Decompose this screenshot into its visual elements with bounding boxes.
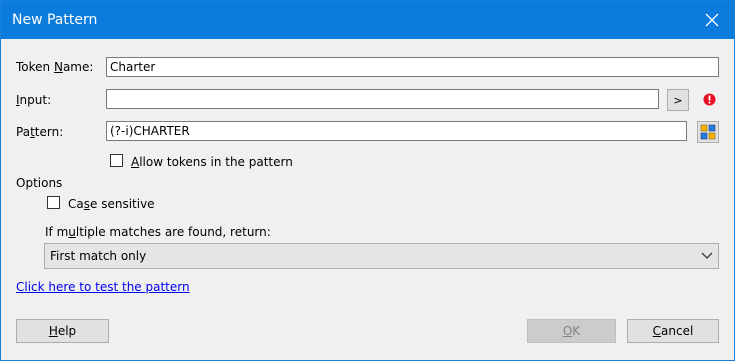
grid-icon bbox=[700, 124, 716, 140]
token-name-label: Token Name: bbox=[16, 60, 94, 74]
dialog-title: New Pattern bbox=[12, 12, 98, 28]
multiple-matches-label: If multiple matches are found, return: bbox=[45, 225, 271, 239]
input-test-button[interactable]: > bbox=[667, 89, 689, 111]
cancel-accel: C bbox=[652, 324, 662, 338]
ok-accel: O bbox=[562, 324, 573, 338]
new-pattern-dialog: New Pattern Token Name: Input: > Pattern… bbox=[0, 0, 735, 361]
arrow-label: > bbox=[673, 93, 683, 107]
case-sensitive-label[interactable]: Case sensitive bbox=[68, 197, 155, 211]
pattern-builder-button[interactable] bbox=[697, 121, 719, 143]
token-name-input[interactable] bbox=[106, 57, 719, 77]
pattern-label: Pattern: bbox=[16, 125, 64, 139]
ok-button[interactable]: OK bbox=[527, 319, 616, 343]
close-button[interactable] bbox=[690, 1, 734, 39]
title-bar: New Pattern bbox=[1, 1, 734, 39]
case-sensitive-checkbox[interactable] bbox=[47, 196, 60, 209]
close-icon bbox=[705, 13, 719, 27]
multiple-matches-select[interactable]: First match only bbox=[44, 243, 719, 269]
error-icon bbox=[703, 93, 716, 106]
help-button[interactable]: Help bbox=[16, 319, 109, 343]
pattern-input[interactable] bbox=[106, 121, 687, 141]
options-heading: Options bbox=[16, 176, 63, 190]
allow-tokens-checkbox[interactable] bbox=[110, 154, 123, 167]
input-field[interactable] bbox=[106, 89, 659, 109]
chevron-down-icon bbox=[701, 252, 713, 259]
cancel-label: ancel bbox=[661, 324, 694, 338]
multiple-matches-value: First match only bbox=[50, 249, 147, 263]
allow-tokens-label[interactable]: Allow tokens in the pattern bbox=[131, 155, 293, 169]
cancel-button[interactable]: Cancel bbox=[627, 319, 719, 343]
help-accel: H bbox=[48, 324, 58, 338]
ok-label: K bbox=[572, 324, 581, 338]
test-pattern-link[interactable]: Click here to test the pattern bbox=[16, 280, 190, 294]
help-label: elp bbox=[57, 324, 77, 338]
input-label: Input: bbox=[16, 93, 52, 107]
